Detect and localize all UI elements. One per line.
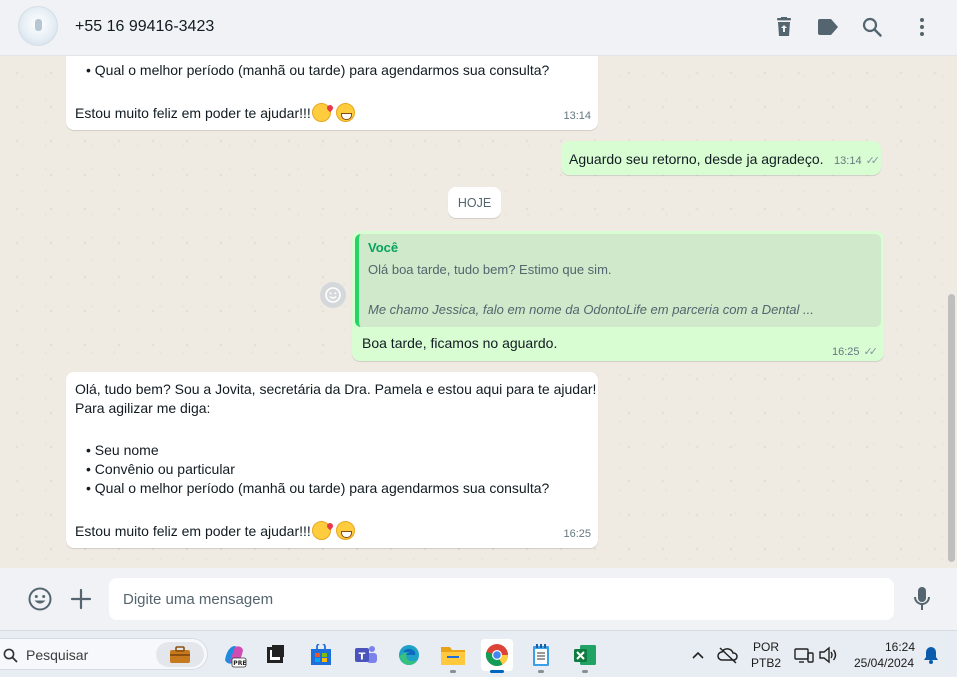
chrome-icon[interactable] (481, 639, 513, 673)
message-time: 16:25 (563, 528, 591, 540)
briefcase-icon[interactable] (156, 642, 204, 667)
double-check-icon: ✓✓ (865, 155, 881, 167)
quote-author: Você (368, 240, 399, 255)
excel-icon[interactable] (569, 639, 601, 673)
taskbar-search[interactable]: Pesquisar (0, 638, 208, 670)
clock[interactable]: 16:24 25/04/2024 (846, 640, 922, 670)
search-icon (3, 648, 18, 663)
message-time: 13:14 (563, 110, 591, 122)
microphone-icon[interactable] (908, 585, 936, 613)
active-indicator (490, 670, 504, 673)
kiss-emoji-icon (311, 521, 331, 540)
message-line: Estou muito feliz em poder te ajudar!!! (75, 521, 355, 541)
volume-icon[interactable] (812, 639, 844, 671)
edge-icon[interactable] (393, 639, 425, 671)
attach-plus-icon[interactable] (67, 585, 95, 613)
contact-name[interactable]: +55 16 99416-3423 (75, 18, 214, 36)
message-line: • Convênio ou particular (86, 461, 235, 477)
running-indicator (450, 670, 456, 673)
language-code: POR (752, 640, 779, 654)
svg-text:T: T (359, 652, 366, 663)
store-icon[interactable] (305, 639, 337, 671)
delete-chat-icon[interactable] (771, 14, 797, 40)
time-text: 13:14 (834, 155, 862, 167)
file-explorer-icon[interactable] (437, 639, 469, 673)
message-line: • Qual o melhor período (manhã ou tarde)… (86, 480, 550, 496)
emoji-picker-icon[interactable] (26, 585, 54, 613)
outgoing-message[interactable]: Aguardo seu retorno, desde ja agradeço. … (561, 141, 881, 175)
grin-emoji-icon (335, 521, 355, 540)
quote-line: Me chamo Jessica, falo em nome da Odonto… (368, 302, 814, 317)
message-line: Para agilizar me diga: (75, 400, 211, 416)
quoted-message[interactable]: Você Olá boa tarde, tudo bem? Estimo que… (355, 234, 881, 327)
copilot-icon[interactable]: PRE (218, 639, 250, 671)
notepad-icon[interactable] (525, 639, 557, 673)
running-indicator (582, 670, 588, 673)
contact-avatar[interactable] (18, 6, 58, 46)
quote-line: Olá boa tarde, tudo bem? Estimo que sim. (368, 262, 612, 277)
message-text: Estou muito feliz em poder te ajudar!!! (75, 523, 311, 539)
task-view-icon[interactable] (259, 639, 291, 671)
chat-scrollbar[interactable] (948, 294, 955, 562)
search-label: Pesquisar (26, 647, 89, 663)
message-text: Aguardo seu retorno, desde ja agradeço. (569, 151, 824, 167)
message-text: Estou muito feliz em poder te ajudar!!! (75, 105, 311, 121)
chat-area[interactable]: • Qual o melhor período (manhã ou tarde)… (0, 56, 957, 568)
time-text: 16:25 (832, 346, 860, 358)
onedrive-sync-off-icon[interactable] (712, 639, 744, 671)
message-text: Boa tarde, ficamos no aguardo. (362, 335, 558, 351)
search-icon[interactable] (859, 14, 885, 40)
message-time: 13:14 ✓✓ (834, 152, 881, 171)
label-icon[interactable] (815, 14, 841, 40)
svg-text:PRE: PRE (233, 660, 246, 667)
double-check-icon: ✓✓ (863, 346, 879, 358)
clock-date: 25/04/2024 (853, 656, 915, 670)
chevron-up-icon[interactable] (682, 639, 714, 671)
teams-icon[interactable]: T (350, 639, 382, 671)
chat-header: +55 16 99416-3423 (0, 0, 957, 56)
windows-taskbar: Pesquisar PRE T POR PTB2 16:24 25/04/202… (0, 630, 957, 677)
react-emoji-icon[interactable] (320, 282, 346, 308)
message-time: 16:25 ✓✓ (832, 345, 879, 358)
grin-emoji-icon (335, 103, 355, 122)
notification-bell-icon[interactable] (918, 639, 944, 671)
message-line: Olá, tudo bem? Sou a Jovita, secretária … (75, 381, 597, 397)
menu-icon[interactable] (909, 14, 935, 40)
message-line: • Seu nome (86, 442, 159, 458)
clock-time: 16:24 (884, 640, 915, 654)
keyboard-language[interactable]: POR PTB2 (748, 640, 784, 670)
date-separator: HOJE (448, 187, 501, 218)
incoming-message[interactable]: • Qual o melhor período (manhã ou tarde)… (66, 56, 598, 130)
kiss-emoji-icon (311, 103, 331, 122)
message-line: • Qual o melhor período (manhã ou tarde)… (86, 62, 550, 78)
message-input[interactable] (109, 578, 894, 620)
layout-code: PTB2 (750, 656, 781, 670)
incoming-message[interactable]: Olá, tudo bem? Sou a Jovita, secretária … (66, 372, 598, 548)
running-indicator (538, 670, 544, 673)
compose-bar (0, 568, 957, 630)
message-line: Estou muito feliz em poder te ajudar!!! (75, 103, 355, 123)
